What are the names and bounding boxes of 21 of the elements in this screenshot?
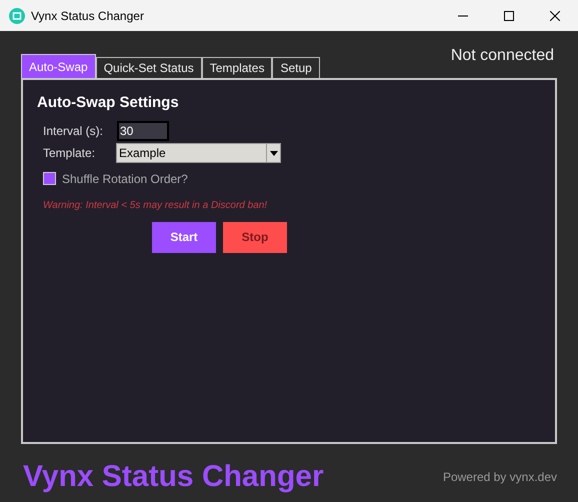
panel-heading: Auto-Swap Settings [37,93,180,113]
start-button[interactable]: Start [152,222,216,252]
template-label: Template: [43,144,96,162]
interval-label: Interval (s): [43,122,104,140]
tab[interactable]: Auto-Swap [21,54,96,78]
connection-status: Not connected [450,46,554,66]
shuffle-label: Shuffle Rotation Order? [62,170,188,188]
template-dropdown[interactable]: Example [116,142,281,162]
caret-icon [266,144,280,162]
window-title: Vynx Status Changer [31,8,144,24]
tab[interactable]: Templates [202,57,272,78]
close-icon [550,10,560,20]
warning-text: Warning: Interval < 5s may result in a Discord ban! [43,198,268,212]
interval-field[interactable]: 30 [117,120,169,140]
tab[interactable]: Setup [272,57,320,78]
shuffle-checkbox[interactable] [43,172,56,185]
credit-text: Powered by vynx.dev [442,468,557,486]
maximize-icon [504,10,514,20]
app-title: Vynx Status Changer [23,459,324,495]
app-icon [9,8,25,24]
tab[interactable]: Quick-Set Status [96,57,202,78]
